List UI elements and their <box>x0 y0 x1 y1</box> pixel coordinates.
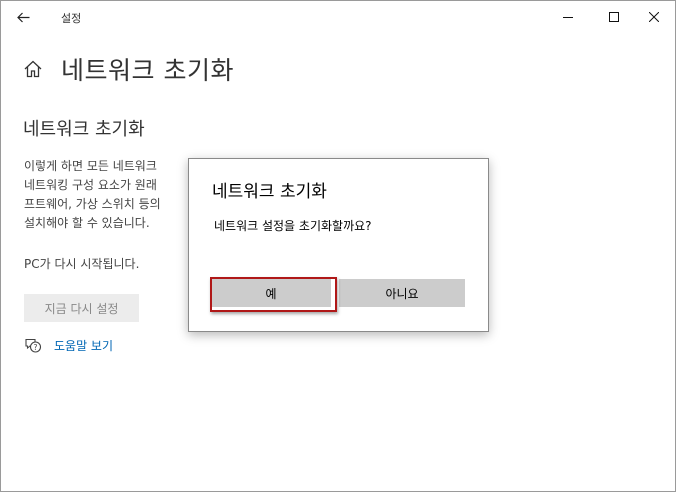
svg-text:?: ? <box>34 343 38 352</box>
close-icon <box>649 12 659 22</box>
page-header: 네트워크 초기화 <box>23 51 234 87</box>
description: 이렇게 하면 모든 네트워크 네트워킹 구성 요소가 원래 프트웨어, 가상 스… <box>24 157 194 233</box>
no-button[interactable]: 아니요 <box>339 279 465 307</box>
home-icon[interactable] <box>23 59 43 79</box>
help-chat-icon: ? <box>25 338 42 353</box>
restart-note: PC가 다시 시작됩니다. <box>24 257 140 271</box>
section-title: 네트워크 초기화 <box>23 119 145 140</box>
dialog-message: 네트워크 설정을 초기화할까요? <box>214 219 372 233</box>
reset-now-button[interactable]: 지금 다시 설정 <box>24 294 139 322</box>
dialog-title: 네트워크 초기화 <box>212 182 327 202</box>
minimize-icon <box>563 17 573 18</box>
yes-button[interactable]: 예 <box>211 279 331 307</box>
minimize-button[interactable] <box>545 1 591 33</box>
description-line: 설치해야 할 수 있습니다. <box>24 216 150 230</box>
reset-confirm-dialog: 네트워크 초기화 네트워크 설정을 초기화할까요? 예 아니요 <box>188 158 489 332</box>
description-line: 네트워킹 구성 요소가 원래 <box>24 178 157 192</box>
back-button[interactable] <box>11 5 35 29</box>
description-line: 프트웨어, 가상 스위치 등의 <box>24 197 161 211</box>
close-button[interactable] <box>631 1 675 33</box>
help-link-label: 도움말 보기 <box>54 338 114 353</box>
arrow-left-icon <box>16 12 29 22</box>
maximize-icon <box>609 12 619 22</box>
app-title: 설정 <box>61 12 82 25</box>
help-link[interactable]: ? 도움말 보기 <box>24 336 113 354</box>
title-bar: 설정 <box>1 1 675 33</box>
page-title: 네트워크 초기화 <box>61 56 234 85</box>
description-line: 이렇게 하면 모든 네트워크 <box>24 159 157 173</box>
